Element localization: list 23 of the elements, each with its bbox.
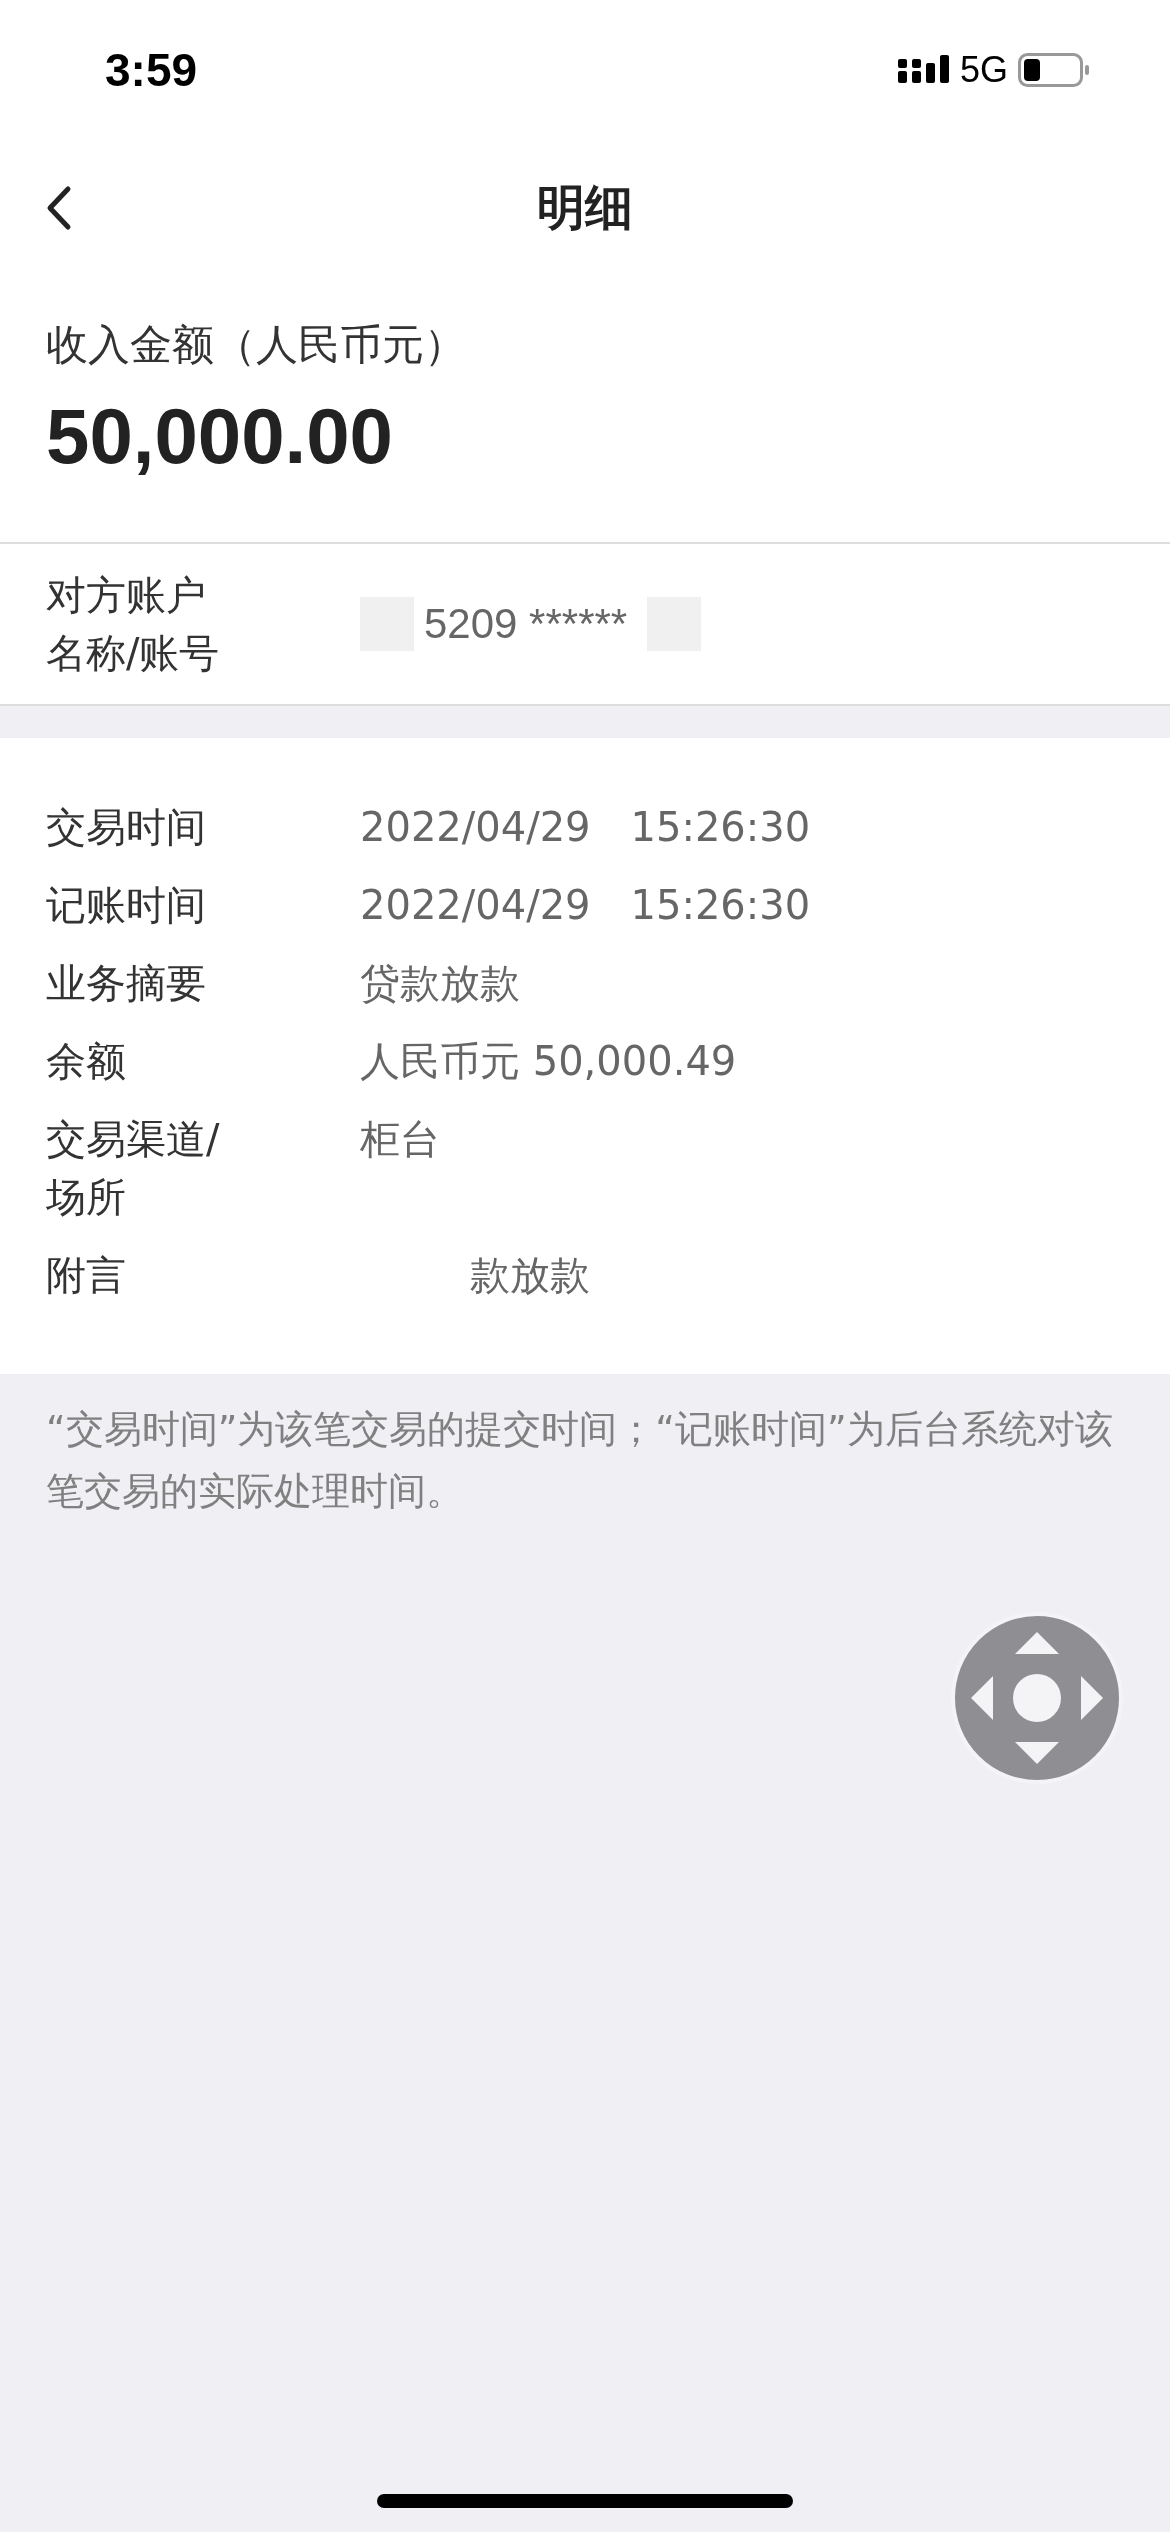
field-value: 人民币元 50,000.49	[360, 1037, 737, 1086]
status-time: 3:59	[105, 43, 198, 97]
network-label: 5G	[959, 49, 1008, 91]
back-icon[interactable]	[46, 184, 72, 231]
footnote-text: “交易时间”为该笔交易的提交时间；“记账时间”为后台系统对该笔交易的实际处理时间。	[46, 1406, 1114, 1515]
account-number: 5209 ******	[424, 600, 628, 648]
page-title: 明细	[537, 177, 633, 237]
field-label: 交易时间	[46, 803, 207, 852]
battery-icon	[1018, 53, 1090, 87]
field-value: 款放款	[469, 1251, 590, 1300]
field-label: 余额	[46, 1037, 127, 1086]
field-value: 2022/04/29 15:26:30	[360, 881, 811, 930]
signal-icon	[897, 55, 950, 85]
field-label: 业务摘要	[46, 959, 207, 1008]
field-value: 2022/04/29 15:26:30	[360, 803, 811, 852]
amount-value: 50,000.00	[46, 391, 394, 482]
field-value: 柜台	[360, 1115, 440, 1164]
field-label: 记账时间	[46, 881, 207, 930]
amount-label: 收入金额（人民币元）	[46, 319, 467, 371]
field-label: 交易渠道/ 场所	[46, 1115, 221, 1222]
field-label: 对方账户 名称/账号	[46, 571, 221, 678]
field-label: 附言	[46, 1251, 127, 1300]
field-value: 贷款放款	[360, 959, 520, 1008]
